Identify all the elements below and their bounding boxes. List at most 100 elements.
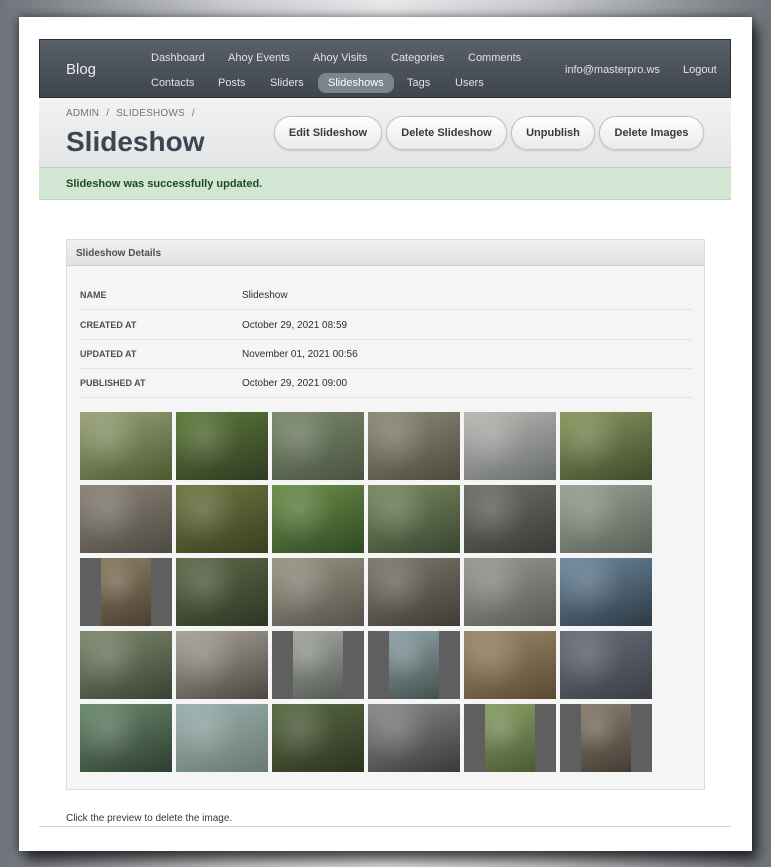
image-preview: [368, 704, 460, 772]
image-preview: [560, 631, 652, 699]
image-preview: [176, 485, 268, 553]
slideshow-image-thumbnail[interactable]: [176, 412, 268, 480]
image-preview: [464, 631, 556, 699]
image-preview: [293, 631, 343, 699]
nav-categories[interactable]: Categories: [391, 48, 444, 68]
image-preview: [80, 412, 172, 480]
nav-posts[interactable]: Posts: [218, 73, 246, 93]
image-grid: [80, 412, 660, 774]
image-preview: [368, 412, 460, 480]
nav-ahoy-visits[interactable]: Ahoy Visits: [313, 48, 367, 68]
page-header: ADMIN / SLIDESHOWS / Slideshow Edit Slid…: [39, 98, 731, 167]
slideshow-image-thumbnail[interactable]: [464, 631, 556, 699]
image-preview: [464, 558, 556, 626]
detail-row-created-at: CREATED AT October 29, 2021 08:59: [80, 310, 692, 340]
footer-note: Click the preview to delete the image.: [66, 813, 233, 824]
slideshow-details-card: Slideshow Details NAME Slideshow CREATED…: [66, 239, 705, 790]
slideshow-image-thumbnail[interactable]: [368, 631, 460, 699]
image-preview: [80, 631, 172, 699]
image-preview: [272, 704, 364, 772]
slideshow-image-thumbnail[interactable]: [464, 704, 556, 772]
image-preview: [560, 412, 652, 480]
slideshow-image-thumbnail[interactable]: [176, 704, 268, 772]
image-preview: [368, 485, 460, 553]
slideshow-image-thumbnail[interactable]: [368, 412, 460, 480]
detail-label: UPDATED AT: [80, 349, 137, 359]
slideshow-image-thumbnail[interactable]: [272, 558, 364, 626]
page-frame: Blog Dashboard Ahoy Events Ahoy Visits C…: [19, 17, 752, 851]
slideshow-image-thumbnail[interactable]: [368, 704, 460, 772]
breadcrumb-slideshows[interactable]: SLIDESHOWS: [116, 108, 185, 119]
detail-label: CREATED AT: [80, 320, 137, 330]
logout-link[interactable]: Logout: [683, 60, 717, 80]
slideshow-image-thumbnail[interactable]: [176, 558, 268, 626]
image-preview: [581, 704, 631, 772]
nav-sliders[interactable]: Sliders: [270, 73, 304, 93]
detail-value: November 01, 2021 00:56: [242, 349, 358, 360]
image-preview: [560, 485, 652, 553]
detail-label: NAME: [80, 290, 107, 300]
nav-users[interactable]: Users: [455, 73, 484, 93]
slideshow-image-thumbnail[interactable]: [80, 704, 172, 772]
brand-link[interactable]: Blog: [66, 61, 96, 78]
image-preview: [176, 631, 268, 699]
detail-row-updated-at: UPDATED AT November 01, 2021 00:56: [80, 339, 692, 369]
nav-comments[interactable]: Comments: [468, 48, 521, 68]
top-navbar: Blog Dashboard Ahoy Events Ahoy Visits C…: [39, 39, 731, 98]
unpublish-button[interactable]: Unpublish: [511, 116, 595, 150]
breadcrumb-admin[interactable]: ADMIN: [66, 108, 99, 119]
image-preview: [368, 558, 460, 626]
image-preview: [272, 412, 364, 480]
edit-slideshow-button[interactable]: Edit Slideshow: [274, 116, 382, 150]
slideshow-image-thumbnail[interactable]: [80, 631, 172, 699]
slideshow-image-thumbnail[interactable]: [464, 558, 556, 626]
slideshow-image-thumbnail[interactable]: [80, 558, 172, 626]
slideshow-image-thumbnail[interactable]: [464, 485, 556, 553]
image-preview: [272, 558, 364, 626]
slideshow-image-thumbnail[interactable]: [560, 704, 652, 772]
delete-slideshow-button[interactable]: Delete Slideshow: [386, 116, 507, 150]
page-title: Slideshow: [66, 126, 205, 157]
user-email[interactable]: info@masterpro.ws: [565, 60, 660, 80]
image-preview: [176, 704, 268, 772]
detail-value: Slideshow: [242, 290, 288, 301]
detail-label: PUBLISHED AT: [80, 378, 146, 388]
slideshow-image-thumbnail[interactable]: [560, 631, 652, 699]
slideshow-image-thumbnail[interactable]: [560, 412, 652, 480]
slideshow-image-thumbnail[interactable]: [80, 412, 172, 480]
delete-images-button[interactable]: Delete Images: [599, 116, 704, 150]
slideshow-image-thumbnail[interactable]: [272, 631, 364, 699]
detail-value: October 29, 2021 09:00: [242, 378, 348, 389]
nav-tags[interactable]: Tags: [407, 73, 430, 93]
slideshow-image-thumbnail[interactable]: [272, 704, 364, 772]
slideshow-image-thumbnail[interactable]: [368, 558, 460, 626]
image-preview: [80, 485, 172, 553]
breadcrumb-separator: /: [191, 108, 195, 119]
image-preview: [464, 412, 556, 480]
breadcrumb-separator: /: [106, 108, 110, 119]
footer-divider: [39, 826, 731, 827]
image-preview: [80, 704, 172, 772]
image-preview: [176, 412, 268, 480]
card-header: Slideshow Details: [67, 240, 704, 266]
slideshow-image-thumbnail[interactable]: [176, 631, 268, 699]
slideshow-image-thumbnail[interactable]: [176, 485, 268, 553]
slideshow-image-thumbnail[interactable]: [80, 485, 172, 553]
image-preview: [389, 631, 439, 699]
nav-dashboard[interactable]: Dashboard: [151, 48, 205, 68]
detail-row-name: NAME Slideshow: [80, 280, 692, 310]
slideshow-image-thumbnail[interactable]: [368, 485, 460, 553]
slideshow-image-thumbnail[interactable]: [272, 412, 364, 480]
nav-slideshows[interactable]: Slideshows: [318, 73, 394, 93]
slideshow-image-thumbnail[interactable]: [464, 412, 556, 480]
image-preview: [560, 558, 652, 626]
image-preview: [176, 558, 268, 626]
detail-value: October 29, 2021 08:59: [242, 320, 348, 331]
slideshow-image-thumbnail[interactable]: [272, 485, 364, 553]
image-preview: [101, 558, 151, 626]
slideshow-image-thumbnail[interactable]: [560, 558, 652, 626]
nav-ahoy-events[interactable]: Ahoy Events: [228, 48, 290, 68]
slideshow-image-thumbnail[interactable]: [560, 485, 652, 553]
breadcrumb: ADMIN / SLIDESHOWS /: [66, 108, 199, 119]
nav-contacts[interactable]: Contacts: [151, 73, 194, 93]
